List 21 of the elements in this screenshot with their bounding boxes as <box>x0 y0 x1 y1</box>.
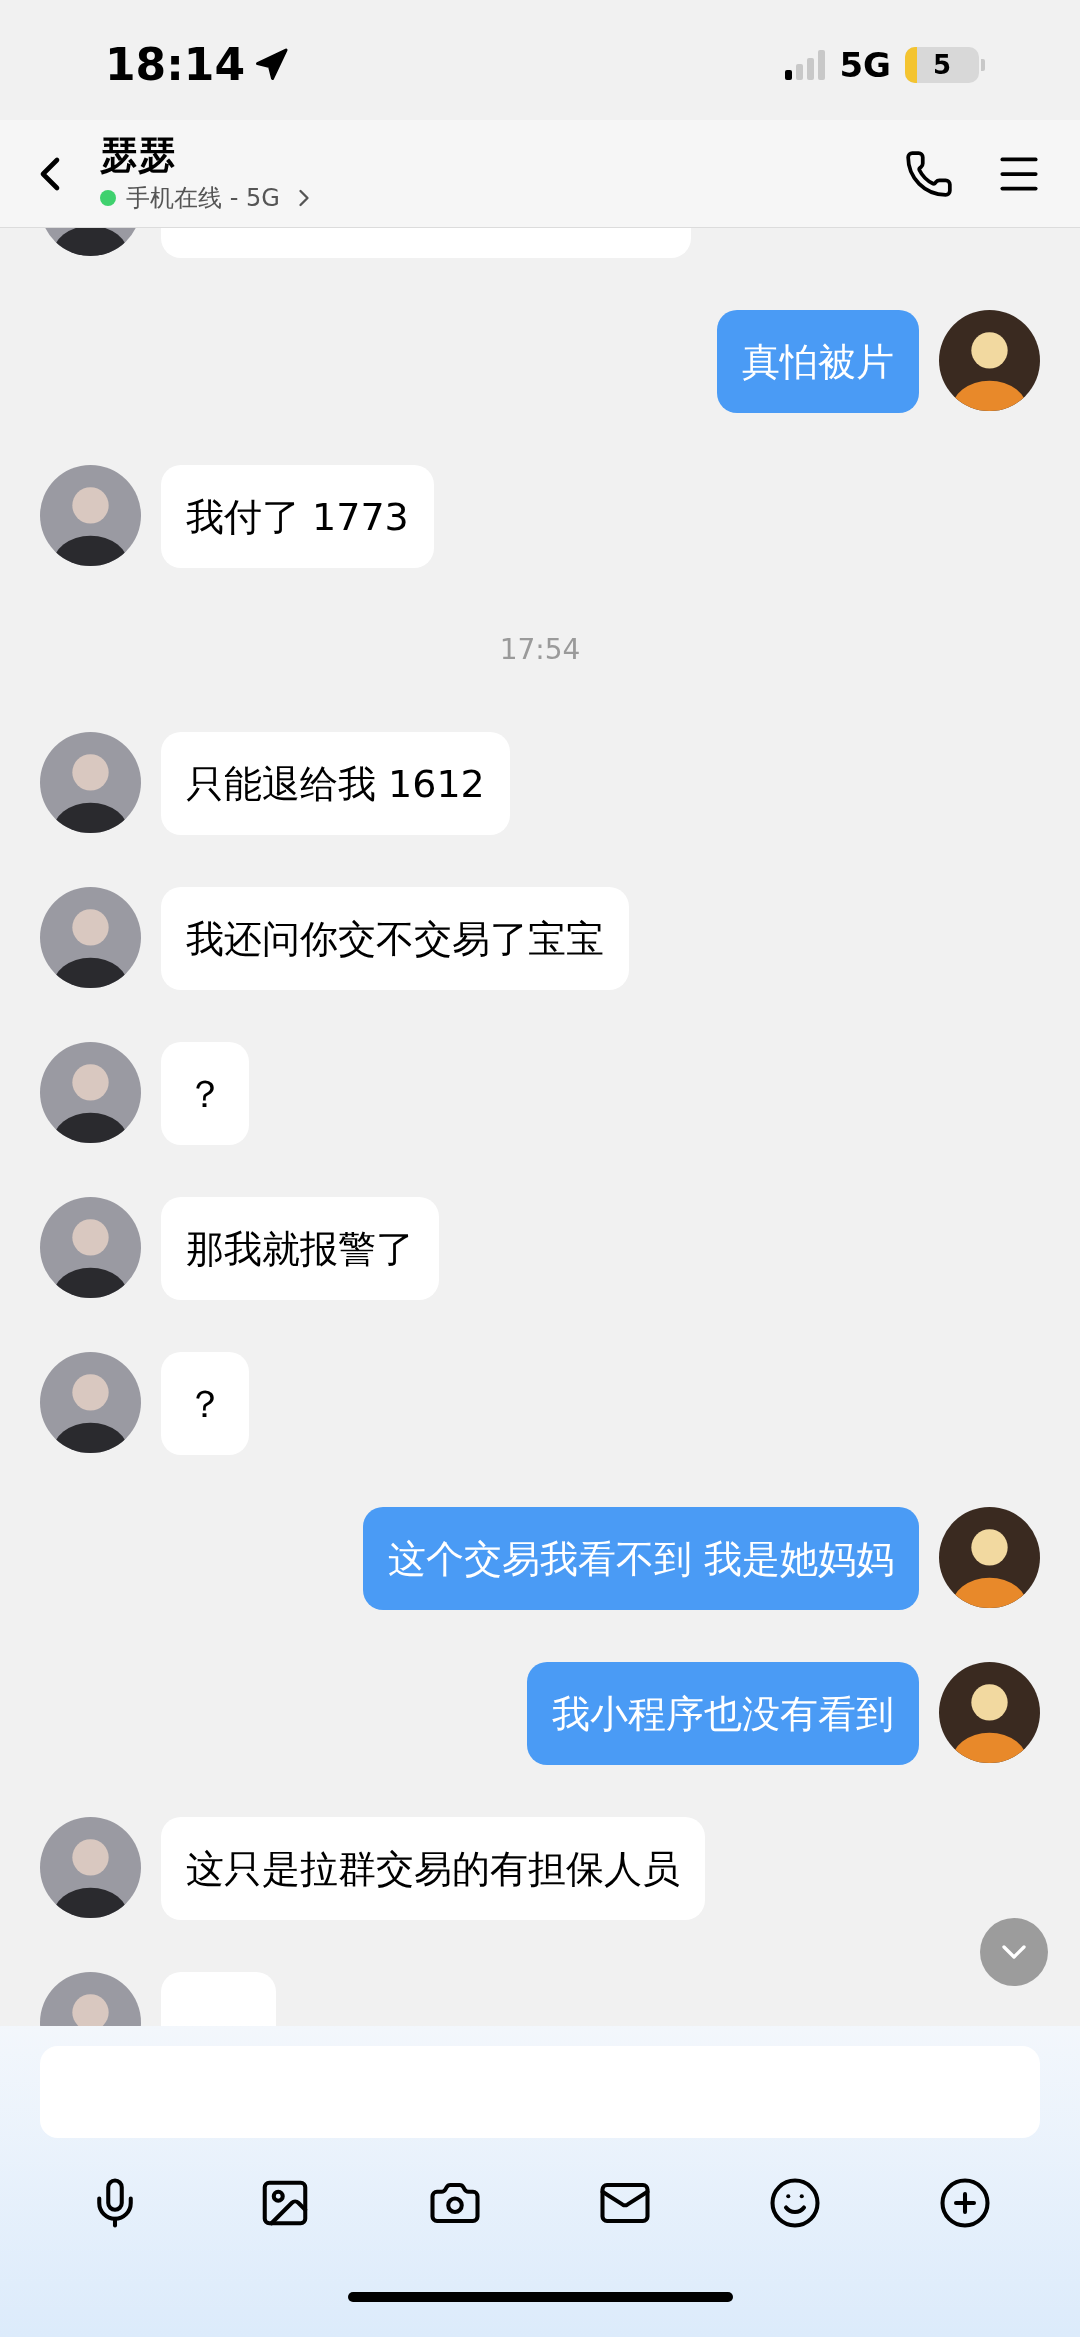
message-bubble: 这只是拉群交易的有担保人员 <box>161 1817 705 1920</box>
contact-name: 瑟瑟 <box>100 131 177 178</box>
network-label: 5G <box>839 43 891 87</box>
emoji-icon[interactable] <box>768 2176 822 2230</box>
location-icon <box>253 47 290 83</box>
timestamp: 17:54 <box>499 632 581 668</box>
message-bubble: 我付了 1773 <box>161 465 434 568</box>
message-bubble: ？ <box>161 1042 249 1145</box>
clock-time: 18:14 <box>105 38 246 92</box>
message-bubble: 我小程序也没有看到 <box>527 1662 919 1765</box>
message-bubble: 这个交易我看不到 我是她妈妈 <box>362 1507 919 1610</box>
phone-icon[interactable] <box>904 148 954 199</box>
message-bubble: 我还问你交不交易了宝宝 <box>161 887 629 990</box>
online-status[interactable]: 手机在线 - 5G <box>126 179 280 216</box>
message-bubble: 那我就报警了 <box>161 1197 439 1300</box>
message-bubble: 真怕被片 <box>717 310 919 413</box>
signal-icon <box>785 50 826 80</box>
battery-icon: 5 <box>905 47 979 83</box>
plus-icon[interactable] <box>938 2176 992 2230</box>
message-bubble: ？ <box>161 1352 249 1455</box>
message-bubble: 只能退给我 1612 <box>161 732 510 835</box>
